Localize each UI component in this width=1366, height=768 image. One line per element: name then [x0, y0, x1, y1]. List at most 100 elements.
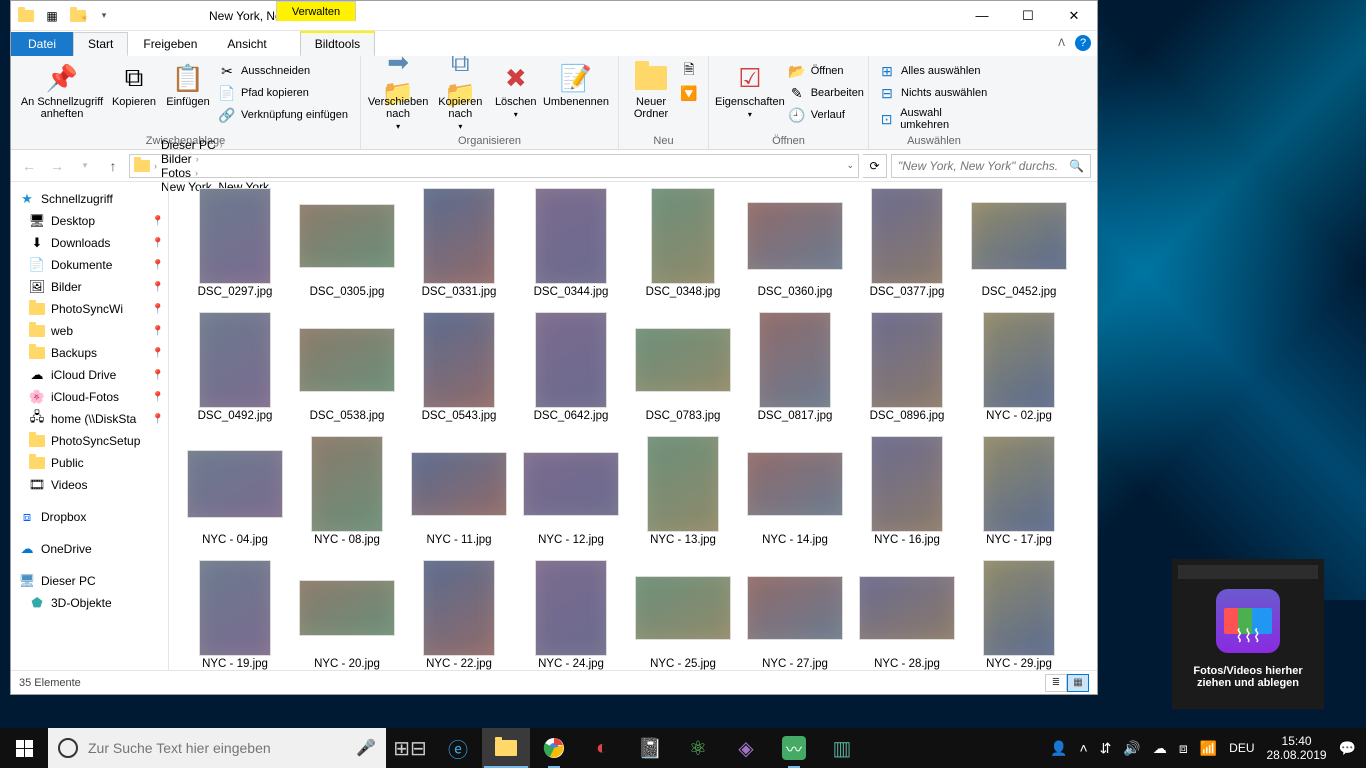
file-item[interactable]: DSC_0817.jpg — [739, 312, 851, 422]
file-item[interactable]: DSC_0360.jpg — [739, 188, 851, 298]
taskbar-vs[interactable]: ◈ — [722, 728, 770, 768]
pin-to-quick-access-button[interactable]: 📌An Schnellzugriff anheften — [17, 58, 107, 135]
tray-people-icon[interactable]: 👤 — [1050, 740, 1067, 757]
cut-button[interactable]: ✂Ausschneiden — [215, 62, 352, 80]
select-none-button[interactable]: ⊟Nichts auswählen — [875, 84, 993, 102]
copy-path-button[interactable]: 📄Pfad kopieren — [215, 84, 352, 102]
file-item[interactable]: DSC_0538.jpg — [291, 312, 403, 422]
file-item[interactable]: NYC - 08.jpg — [291, 436, 403, 546]
dock-titlebar[interactable] — [1178, 565, 1318, 579]
qat-newfolder-icon[interactable]: ✶ — [67, 5, 89, 27]
tray-notifications-icon[interactable]: 💬 — [1339, 740, 1356, 757]
nav-item[interactable]: 🖼Bilder📍 — [11, 276, 168, 298]
tray-clock[interactable]: 15:4028.08.2019 — [1267, 734, 1327, 762]
file-item[interactable]: DSC_0783.jpg — [627, 312, 739, 422]
close-button[interactable]: ✕ — [1051, 1, 1097, 30]
taskbar-search[interactable]: 🎤 — [48, 728, 386, 768]
taskbar-photosync[interactable]: 〰 — [770, 728, 818, 768]
nav-onedrive[interactable]: ☁OneDrive — [11, 538, 168, 560]
history-button[interactable]: 🕘Verlauf — [785, 106, 868, 124]
new-item-button[interactable]: 🗎 — [677, 62, 701, 80]
easy-access-button[interactable]: 🔽 — [677, 84, 701, 102]
search-box[interactable]: 🔍 — [891, 154, 1091, 178]
nav-up-button[interactable]: ↑ — [101, 154, 125, 178]
delete-button[interactable]: ✖Löschen▾ — [491, 58, 540, 135]
details-view-button[interactable]: ≣ — [1045, 674, 1067, 692]
file-item[interactable]: DSC_0344.jpg — [515, 188, 627, 298]
maximize-button[interactable]: ☐ — [1005, 1, 1051, 30]
properties-button[interactable]: ☑Eigenschaften▾ — [715, 58, 785, 135]
tab-bildtools[interactable]: Bildtools — [300, 31, 375, 56]
nav-item[interactable]: 🎞Videos — [11, 474, 168, 496]
nav-recent-button[interactable]: ▾ — [73, 154, 97, 178]
nav-dropbox[interactable]: ⧈Dropbox — [11, 506, 168, 528]
address-bar[interactable]: › Dieser PC›Bilder›Fotos›New York, New Y… — [129, 154, 859, 178]
file-item[interactable]: NYC - 28.jpg — [851, 560, 963, 670]
tab-datei[interactable]: Datei — [11, 32, 73, 56]
start-button[interactable] — [0, 728, 48, 768]
nav-item[interactable]: ☁iCloud Drive📍 — [11, 364, 168, 386]
file-item[interactable]: NYC - 17.jpg — [963, 436, 1075, 546]
file-item[interactable]: DSC_0297.jpg — [179, 188, 291, 298]
manage-context-tab[interactable]: Verwalten — [276, 1, 356, 21]
nav-item[interactable]: 🖧home (\\DiskSta📍 — [11, 408, 168, 430]
ribbon-collapse-icon[interactable]: ᐱ — [1058, 38, 1065, 49]
navigation-pane[interactable]: ★Schnellzugriff 🖥Desktop📍⬇Downloads📍📄Dok… — [11, 182, 169, 670]
paste-button[interactable]: 📋Einfügen — [161, 58, 215, 135]
nav-item[interactable]: PhotoSyncWi📍 — [11, 298, 168, 320]
mic-icon[interactable]: 🎤 — [356, 738, 376, 758]
refresh-button[interactable]: ⟳ — [863, 154, 887, 178]
tray-language[interactable]: DEU — [1229, 741, 1254, 755]
file-item[interactable]: NYC - 04.jpg — [179, 436, 291, 546]
file-list-pane[interactable]: DSC_0297.jpgDSC_0305.jpgDSC_0331.jpgDSC_… — [169, 182, 1097, 670]
nav-this-pc[interactable]: 🖥Dieser PC — [11, 570, 168, 592]
tab-freigeben[interactable]: Freigeben — [128, 32, 212, 56]
tray-overflow-icon[interactable]: ˄ — [1079, 740, 1087, 756]
file-item[interactable]: DSC_0492.jpg — [179, 312, 291, 422]
nav-item[interactable]: Backups📍 — [11, 342, 168, 364]
taskbar-app-1[interactable]: ◐ — [578, 728, 626, 768]
nav-quick-access[interactable]: ★Schnellzugriff — [11, 188, 168, 210]
file-item[interactable]: NYC - 27.jpg — [739, 560, 851, 670]
tab-ansicht[interactable]: Ansicht — [212, 32, 281, 56]
taskbar-atom[interactable]: ⚛ — [674, 728, 722, 768]
nav-item[interactable]: 🌸iCloud-Fotos📍 — [11, 386, 168, 408]
cortana-icon[interactable] — [58, 738, 78, 758]
qat-chevron-icon[interactable]: ▾ — [93, 5, 115, 27]
breadcrumb-segment[interactable]: Bilder› — [161, 152, 276, 166]
file-item[interactable]: NYC - 20.jpg — [291, 560, 403, 670]
paste-shortcut-button[interactable]: 🔗Verknüpfung einfügen — [215, 106, 352, 124]
file-item[interactable]: DSC_0452.jpg — [963, 188, 1075, 298]
move-to-button[interactable]: ➡📁Verschieben nach▾ — [367, 58, 429, 135]
nav-forward-button[interactable]: → — [45, 154, 69, 178]
minimize-button[interactable]: ― — [959, 1, 1005, 30]
tray-network-icon[interactable]: ⇵ — [1100, 740, 1112, 757]
nav-item[interactable]: PhotoSyncSetup — [11, 430, 168, 452]
task-view-button[interactable]: ⊞⊟ — [386, 728, 434, 768]
addr-dropdown-icon[interactable]: ⌄ — [846, 160, 854, 171]
edit-button[interactable]: ✎Bearbeiten — [785, 84, 868, 102]
taskbar-app-3[interactable]: ▥ — [818, 728, 866, 768]
help-icon[interactable]: ? — [1075, 35, 1091, 51]
file-item[interactable]: NYC - 25.jpg — [627, 560, 739, 670]
new-folder-button[interactable]: Neuer Ordner — [625, 58, 677, 135]
taskbar-edge[interactable]: ⓔ — [434, 728, 482, 768]
tray-dropbox-icon[interactable]: ⧈ — [1179, 740, 1188, 757]
nav-back-button[interactable]: ← — [17, 154, 41, 178]
nav-item[interactable]: ⬇Downloads📍 — [11, 232, 168, 254]
file-item[interactable]: DSC_0348.jpg — [627, 188, 739, 298]
search-input[interactable] — [898, 159, 1058, 173]
file-item[interactable]: NYC - 13.jpg — [627, 436, 739, 546]
select-all-button[interactable]: ⊞Alles auswählen — [875, 62, 993, 80]
photosync-drop-panel[interactable]: ⌇⌇⌇ Fotos/Videos hierher ziehen und able… — [1172, 559, 1324, 709]
file-item[interactable]: DSC_0377.jpg — [851, 188, 963, 298]
nav-item[interactable]: 🖥Desktop📍 — [11, 210, 168, 232]
file-item[interactable]: NYC - 24.jpg — [515, 560, 627, 670]
taskbar-chrome[interactable] — [530, 728, 578, 768]
nav-item[interactable]: web📍 — [11, 320, 168, 342]
tray-wifi-icon[interactable]: 📶 — [1200, 740, 1217, 757]
taskbar-app-2[interactable]: 📓 — [626, 728, 674, 768]
file-item[interactable]: NYC - 11.jpg — [403, 436, 515, 546]
tab-start[interactable]: Start — [73, 32, 128, 56]
file-item[interactable]: DSC_0305.jpg — [291, 188, 403, 298]
